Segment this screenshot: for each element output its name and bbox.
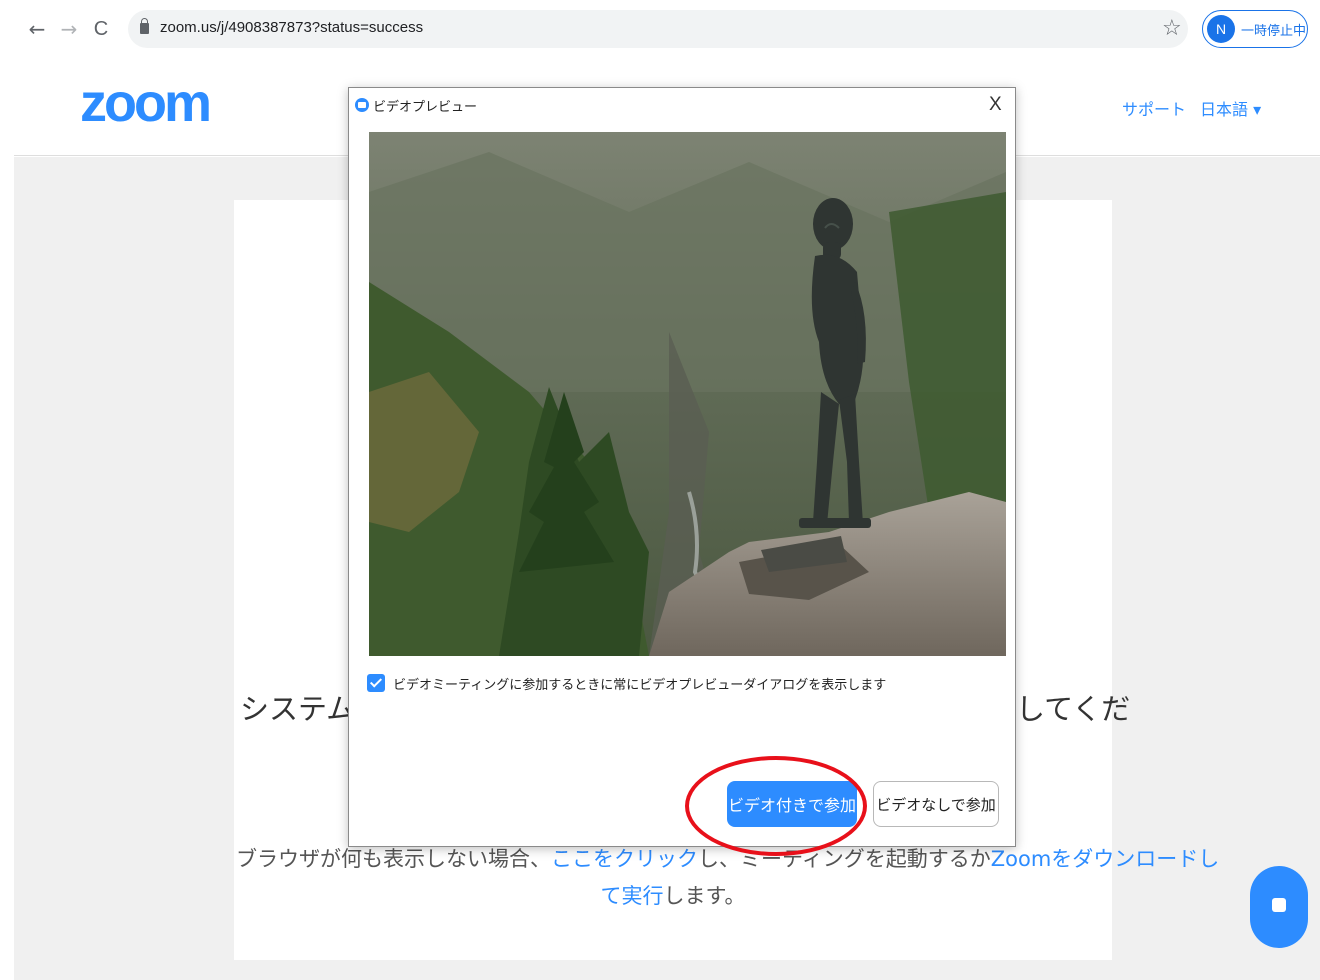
chat-button[interactable] <box>1250 866 1308 948</box>
help-prefix: ブラウザが何も表示しない場合、 <box>236 847 551 871</box>
zoom-app-icon <box>355 98 369 112</box>
click-here-link[interactable]: ここをクリック <box>551 847 698 871</box>
help-text-line2: て実行します。 <box>234 880 1112 910</box>
profile-status-label: 一時停止中 <box>1241 24 1307 39</box>
browser-toolbar: ← → C zoom.us/j/4908387873?status=succes… <box>0 0 1320 58</box>
forward-icon[interactable]: → <box>56 14 82 44</box>
download-zoom-link[interactable]: Zoomをダウンロードし <box>991 847 1220 871</box>
reload-icon[interactable]: C <box>88 14 114 44</box>
launch-instruction-end: してくだ <box>1016 692 1131 726</box>
join-with-video-button[interactable]: ビデオ付きで参加 <box>727 781 857 827</box>
address-bar[interactable]: zoom.us/j/4908387873?status=success <box>128 10 1188 48</box>
help-text: ブラウザが何も表示しない場合、ここをクリックし、ミーティングを起動するかZoom… <box>236 843 1219 873</box>
download-zoom-link-cont[interactable]: て実行 <box>601 884 664 908</box>
video-preview-dialog: ビデオプレビュー X ビデオミーティングに参加するときに常にビデオプレビューダイ… <box>348 87 1016 847</box>
help-suffix: します。 <box>663 884 746 908</box>
video-preview-image <box>369 132 1006 656</box>
join-without-video-button[interactable]: ビデオなしで参加 <box>873 781 999 827</box>
profile-button[interactable]: N 一時停止中 <box>1202 10 1308 48</box>
zoom-logo[interactable]: zoom <box>80 72 212 134</box>
always-show-preview-label[interactable]: ビデオミーティングに参加するときに常にビデオプレビューダイアログを表示します <box>393 674 886 693</box>
always-show-preview-checkbox[interactable] <box>367 674 385 692</box>
url-text[interactable]: zoom.us/j/4908387873?status=success <box>160 19 423 36</box>
lock-icon[interactable] <box>140 18 149 34</box>
language-selector[interactable]: 日本語 ▾ <box>1200 96 1261 120</box>
back-icon[interactable]: ← <box>24 14 50 44</box>
dialog-title: ビデオプレビュー <box>373 100 478 115</box>
close-icon[interactable]: X <box>989 94 1002 116</box>
chat-icon <box>1272 898 1286 912</box>
camera-feed-picture <box>369 132 1006 656</box>
help-middle: し、ミーティングを起動するか <box>698 847 991 871</box>
bookmark-star-icon[interactable]: ☆ <box>1162 14 1182 44</box>
avatar: N <box>1207 15 1235 43</box>
support-link[interactable]: サポート <box>1122 96 1186 120</box>
